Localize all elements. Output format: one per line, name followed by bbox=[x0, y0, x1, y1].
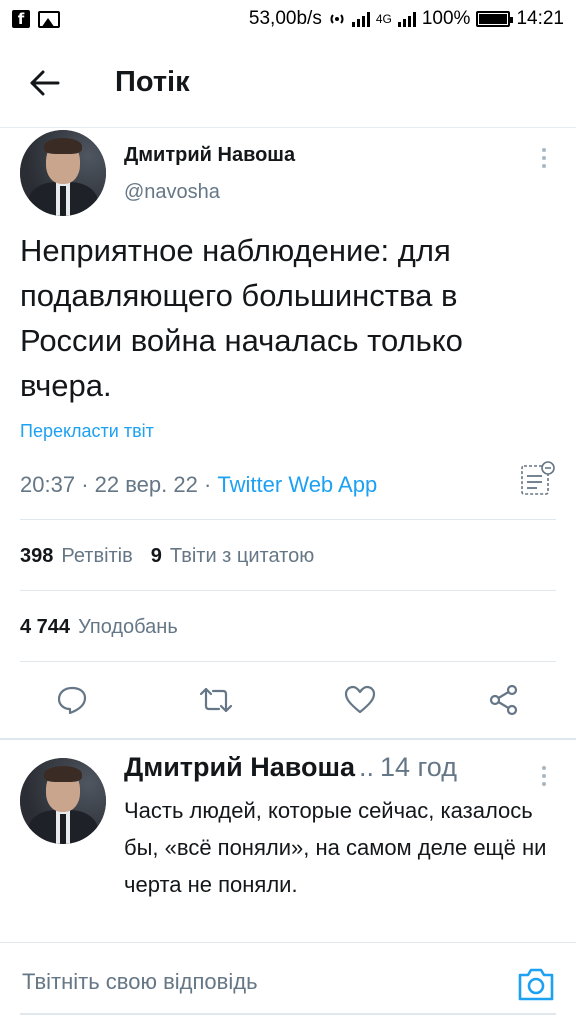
tweet-source-link[interactable]: Twitter Web App bbox=[217, 472, 377, 497]
camera-icon[interactable] bbox=[516, 965, 556, 1003]
meta-separator: · bbox=[81, 472, 89, 497]
like-button[interactable] bbox=[335, 675, 385, 725]
retweet-icon bbox=[199, 687, 233, 713]
analytics-icon[interactable] bbox=[518, 458, 558, 498]
status-left-icons: f bbox=[12, 10, 60, 28]
translate-link[interactable]: Перекласти твіт bbox=[20, 421, 154, 442]
facebook-icon: f bbox=[12, 10, 30, 28]
tweet-time: 20:37 bbox=[20, 472, 76, 497]
share-button[interactable] bbox=[479, 675, 529, 725]
quotes-stat[interactable]: 9 Твіти з цитатою bbox=[151, 545, 314, 568]
retweet-button[interactable] bbox=[191, 675, 241, 725]
likes-stat[interactable]: 4 744 Уподобань bbox=[20, 616, 178, 639]
hotspot-icon bbox=[330, 14, 344, 24]
reply-composer: Твітніть свою відповідь bbox=[0, 942, 576, 1024]
share-icon bbox=[489, 684, 518, 716]
status-bar: f 53,00b/s 4G 100% 14:21 bbox=[0, 0, 576, 38]
avatar[interactable] bbox=[20, 130, 106, 216]
likes-stats: 4 744 Уподобань bbox=[20, 616, 178, 639]
composer-underline bbox=[20, 1013, 556, 1015]
network-speed: 53,00b/s bbox=[248, 8, 322, 29]
engagement-stats: 398 Ретвітів 9 Твіти з цитатою bbox=[20, 545, 314, 568]
reply-more-options-icon[interactable] bbox=[534, 762, 554, 790]
tweet-date: 22 вер. 22 bbox=[94, 472, 198, 497]
clock: 14:21 bbox=[516, 8, 564, 29]
app-header: Потік bbox=[0, 38, 576, 128]
signal-icon-2 bbox=[397, 11, 416, 27]
like-icon bbox=[344, 685, 376, 714]
reply-name-ellipsis: .. bbox=[359, 752, 375, 782]
reply-input[interactable]: Твітніть свою відповідь bbox=[22, 969, 258, 995]
retweets-stat[interactable]: 398 Ретвітів bbox=[20, 545, 133, 568]
page-title: Потік bbox=[115, 66, 190, 98]
network-type: 4G bbox=[375, 12, 392, 26]
status-right: 53,00b/s 4G 100% 14:21 bbox=[249, 8, 564, 30]
reply-button[interactable] bbox=[47, 675, 97, 725]
signal-icon bbox=[351, 11, 370, 27]
arrow-left-icon bbox=[30, 70, 60, 95]
meta-separator-2: · bbox=[203, 472, 212, 497]
reply-author-name[interactable]: Дмитрий Навоша bbox=[124, 752, 355, 783]
back-button[interactable] bbox=[15, 53, 75, 113]
reply-icon bbox=[57, 686, 87, 715]
more-options-icon[interactable] bbox=[534, 144, 554, 172]
reply-header: Дмитрий Навоша .. 14 год bbox=[124, 752, 564, 794]
battery-icon bbox=[476, 11, 514, 27]
section-divider bbox=[0, 738, 576, 740]
image-icon bbox=[38, 10, 60, 28]
reply-avatar[interactable] bbox=[20, 758, 106, 844]
divider bbox=[20, 590, 556, 591]
divider bbox=[20, 519, 556, 520]
author-handle[interactable]: @navosha bbox=[124, 181, 220, 204]
main-tweet: Дмитрий Навоша @navosha Неприятное наблю… bbox=[0, 128, 576, 497]
author-name[interactable]: Дмитрий Навоша bbox=[124, 144, 295, 167]
tweet-text: Неприятное наблюдение: для подавляющего … bbox=[20, 233, 463, 403]
tweet-actions bbox=[0, 662, 576, 738]
battery-percent: 100% bbox=[421, 8, 471, 29]
tweet-header: Дмитрий Навоша @navosha bbox=[0, 128, 576, 224]
reply-time: 14 год bbox=[380, 752, 457, 782]
tweet-meta: 20:37 · 22 вер. 22 · Twitter Web App bbox=[20, 472, 377, 498]
